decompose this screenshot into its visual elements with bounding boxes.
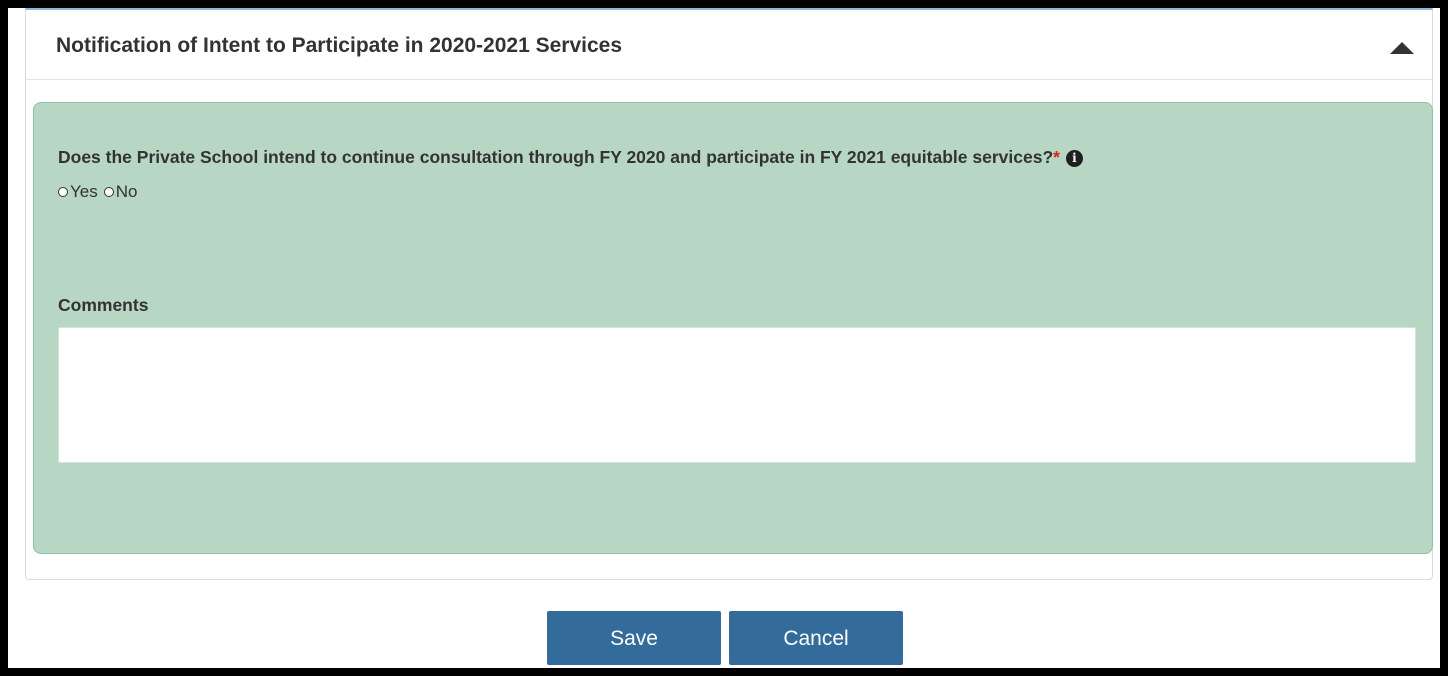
caret-up-icon[interactable] <box>1390 42 1414 54</box>
participation-question: Does the Private School intend to contin… <box>58 147 1083 168</box>
question-section: Does the Private School intend to contin… <box>33 102 1433 554</box>
radio-no-label: No <box>115 182 138 201</box>
participation-radio-group: Yes No <box>58 182 137 202</box>
save-button[interactable]: Save <box>547 611 721 665</box>
radio-option-no[interactable]: No <box>103 182 138 202</box>
info-icon[interactable]: i <box>1065 150 1083 167</box>
radio-no-circle[interactable] <box>103 187 114 197</box>
cancel-button[interactable]: Cancel <box>729 611 903 665</box>
comments-textarea[interactable] <box>58 327 1416 463</box>
panel-title: Notification of Intent to Participate in… <box>56 34 623 57</box>
panel-header[interactable]: Notification of Intent to Participate in… <box>26 10 1432 80</box>
comments-label: Comments <box>58 295 149 315</box>
question-text: Does the Private School intend to contin… <box>58 147 1054 167</box>
radio-yes-circle[interactable] <box>58 187 68 197</box>
radio-option-yes[interactable]: Yes <box>58 182 98 202</box>
radio-yes-label: Yes <box>70 182 98 201</box>
required-marker: * <box>1053 147 1060 167</box>
page-frame: Notification of Intent to Participate in… <box>8 8 1440 668</box>
intent-panel: Notification of Intent to Participate in… <box>25 8 1433 580</box>
